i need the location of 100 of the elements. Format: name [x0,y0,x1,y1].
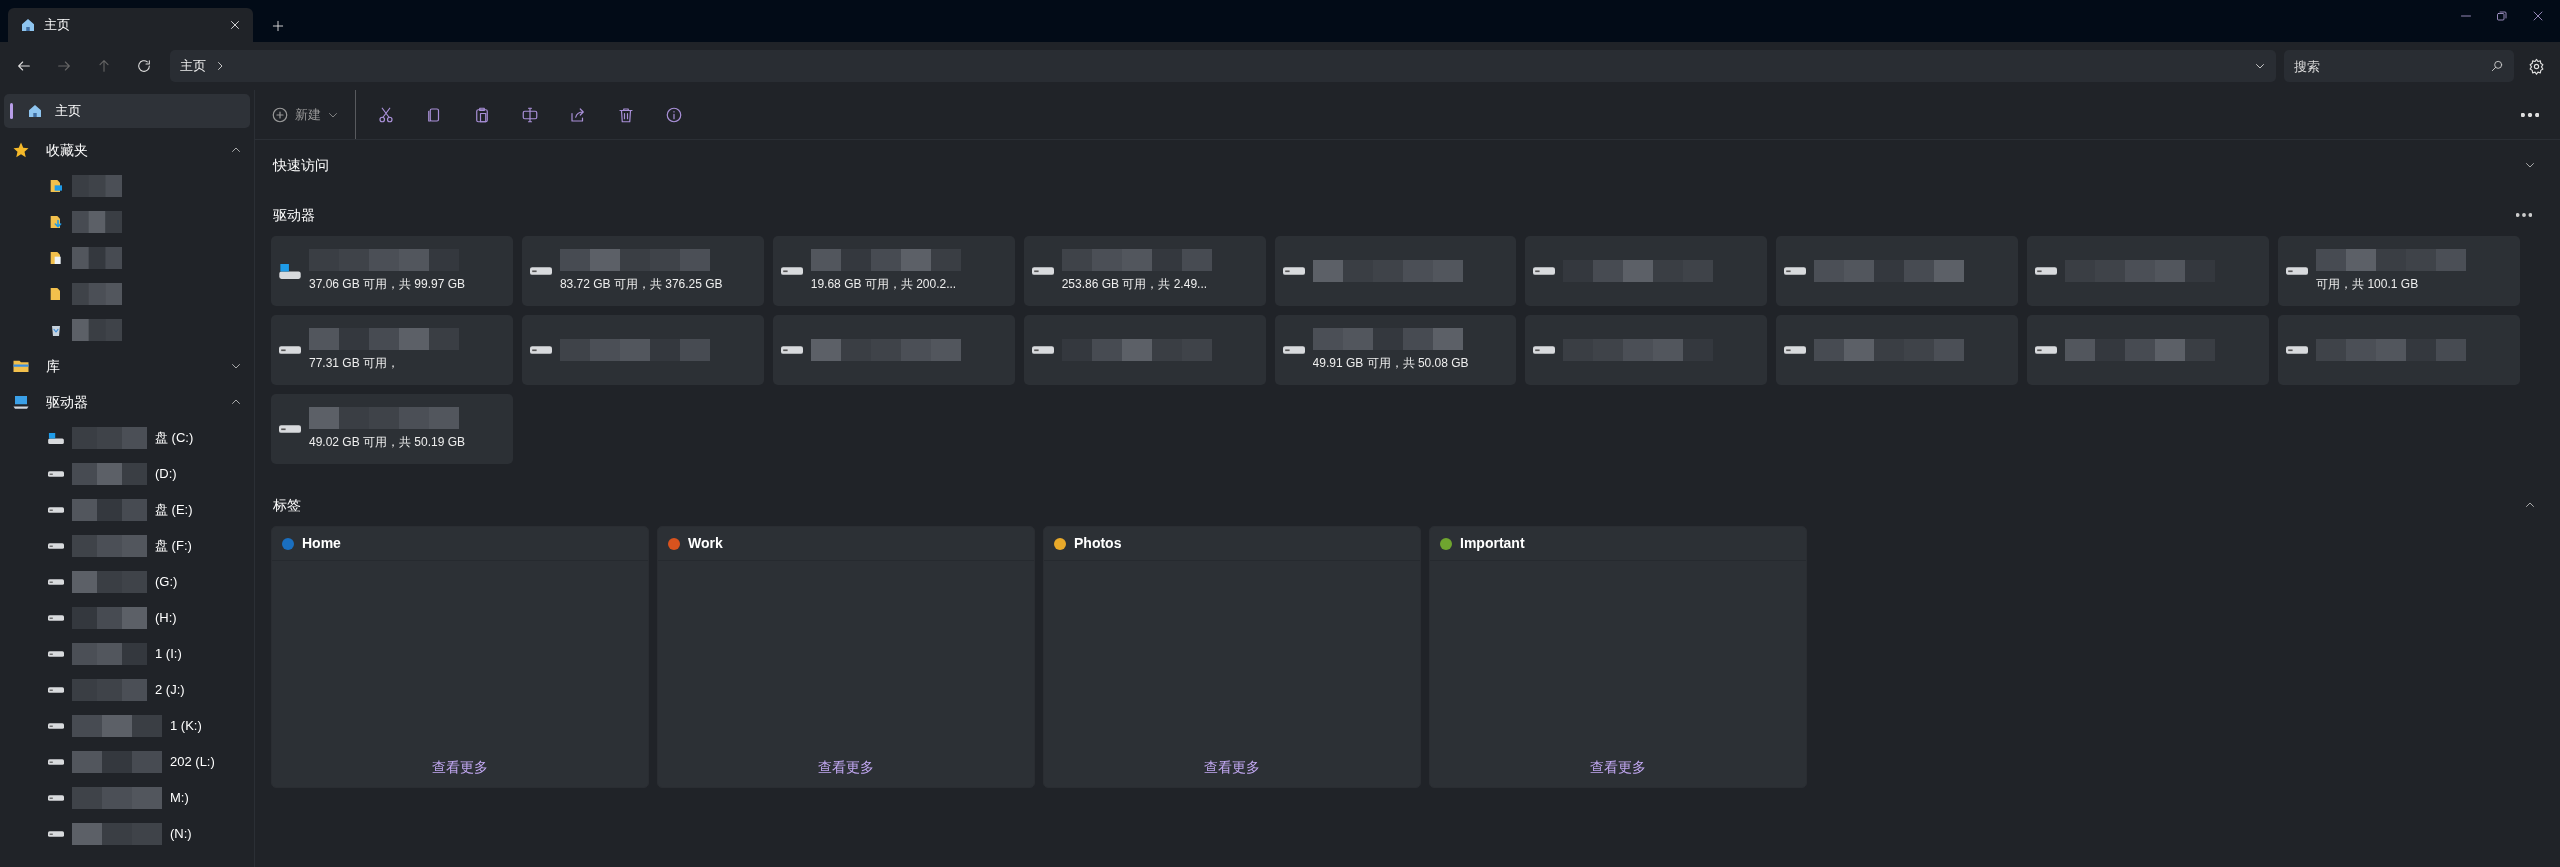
drive-usage: 19.68 GB 可用，共 200.2... [810,276,958,293]
sidebar-item[interactable]: 1 (K:) [0,708,254,744]
sidebar-item[interactable]: 2 (J:) [0,672,254,708]
address-bar[interactable]: 主页 [170,50,2276,82]
drive-card[interactable] [1776,315,2019,385]
drive-icon [780,267,803,275]
drive-card[interactable]: 253.86 GB 可用，共 2.49... [1023,236,1266,306]
tag-card[interactable]: Photos 查看更多 [1043,526,1421,788]
drive-label: M:) [170,789,189,808]
star-icon [12,141,30,159]
drive-icon [780,346,803,354]
drive-icon [529,346,552,354]
back-icon [16,58,32,74]
sidebar-item[interactable]: 盘 (F:) [0,528,254,564]
sidebar-item[interactable]: M:) [0,780,254,816]
drive-usage: 可用，共 100.1 GB [2316,276,2420,293]
drive-label: 盘 (E:) [155,501,193,520]
tag-name: Home [302,534,341,553]
redaction-blur [72,283,122,305]
drive-icon [1784,267,1807,275]
view-more-link[interactable]: 查看更多 [1198,756,1266,779]
sidebar-item[interactable]: (H:) [0,600,254,636]
tag-card[interactable]: Home 查看更多 [271,526,649,788]
tab[interactable]: 主页 [8,8,253,42]
drive-icon [48,507,64,513]
drive-icon [1533,267,1556,275]
drive-label: 盘 (C:) [155,429,194,448]
documents-folder-icon [48,250,64,266]
tag-card[interactable]: Important 查看更多 [1429,526,1807,788]
drive-label: 1 (I:) [155,645,182,664]
drive-card[interactable] [1023,315,1266,385]
sidebar-item[interactable]: 盘 (E:) [0,492,254,528]
drive-usage: 49.91 GB 可用，共 50.08 GB [1312,355,1470,372]
drive-label: 2 (J:) [155,681,185,700]
drive-icon [1282,267,1305,275]
drive-icon [529,267,552,275]
search-field[interactable]: 搜索 [2284,50,2514,82]
view-more-link[interactable]: 查看更多 [1584,756,1652,779]
drive-icon [1282,346,1305,354]
sidebar-item[interactable]: 202 (L:) [0,744,254,780]
drive-card[interactable]: 19.68 GB 可用，共 200.2... [772,236,1015,306]
redaction-blur [72,319,122,341]
breadcrumb[interactable]: 主页 [180,56,206,76]
drive-card[interactable]: 77.31 GB 可用， [271,315,513,385]
drive-icon [48,687,64,693]
drive-card[interactable]: 37.06 GB 可用，共 99.97 GB [271,236,513,306]
drive-card[interactable] [1525,236,1768,306]
properties-icon [665,105,683,124]
more-icon [2521,112,2539,117]
drive-icon [2035,346,2058,354]
drive-card[interactable] [1525,315,1768,385]
view-more-link[interactable]: 查看更多 [812,756,880,779]
drive-card[interactable] [1776,236,2019,306]
drive-card[interactable] [2027,236,2270,306]
restore-icon[interactable] [2496,10,2508,22]
drive-card[interactable] [772,315,1015,385]
drive-card[interactable]: 可用，共 100.1 GB [2278,236,2520,306]
sidebar-item[interactable]: 主页 [4,94,250,128]
sidebar-item[interactable]: (G:) [0,564,254,600]
drive-icon [48,615,64,621]
view-more-link[interactable]: 查看更多 [426,756,494,779]
drive-card[interactable] [2027,315,2270,385]
drive-usage: 49.02 GB 可用，共 50.19 GB [309,434,467,451]
section-header: 标签 [273,495,302,515]
redaction-blur [72,175,122,197]
drive-icon [279,425,301,433]
sidebar-item[interactable]: 盘 (C:) [0,420,254,456]
drive-card[interactable]: 83.72 GB 可用，共 376.25 GB [521,236,764,306]
sidebar-item[interactable]: (N:) [0,816,254,852]
sidebar-section[interactable]: 库 [0,348,254,384]
drive-card[interactable]: 49.91 GB 可用，共 50.08 GB [1274,315,1517,385]
drive-icon [2035,267,2058,275]
settings-icon [2527,57,2545,75]
tag-card[interactable]: Work 查看更多 [657,526,1035,788]
desktop-folder-icon [48,178,64,194]
sidebar-item[interactable]: 1 (I:) [0,636,254,672]
drive-icon [279,263,301,279]
drive-card[interactable] [1274,236,1517,306]
close-icon[interactable] [2532,10,2544,22]
section-header: 快速访问 [273,155,330,175]
drive-icon [1031,267,1054,275]
new-tab-icon[interactable] [271,19,285,33]
paste-icon [473,105,491,124]
new-button[interactable]: 新建 [263,97,347,132]
drive-icon [48,471,64,477]
drive-card[interactable]: 49.02 GB 可用，共 50.19 GB [271,394,513,464]
share-icon [569,105,587,124]
rename-icon [521,105,539,124]
sidebar-section[interactable]: 驱动器 [0,384,254,420]
home-icon [20,17,36,33]
drive-card[interactable] [2278,315,2520,385]
sidebar-item[interactable]: (D:) [0,456,254,492]
drive-card[interactable] [521,315,764,385]
plus-icon [271,105,289,124]
close-icon[interactable] [229,19,241,31]
sidebar-section[interactable]: 收藏夹 [0,132,254,168]
drive-usage: 77.31 GB 可用， [309,355,401,372]
section-label: 驱动器 [46,392,89,412]
cut-icon [377,105,395,124]
drive-icon [48,723,64,729]
